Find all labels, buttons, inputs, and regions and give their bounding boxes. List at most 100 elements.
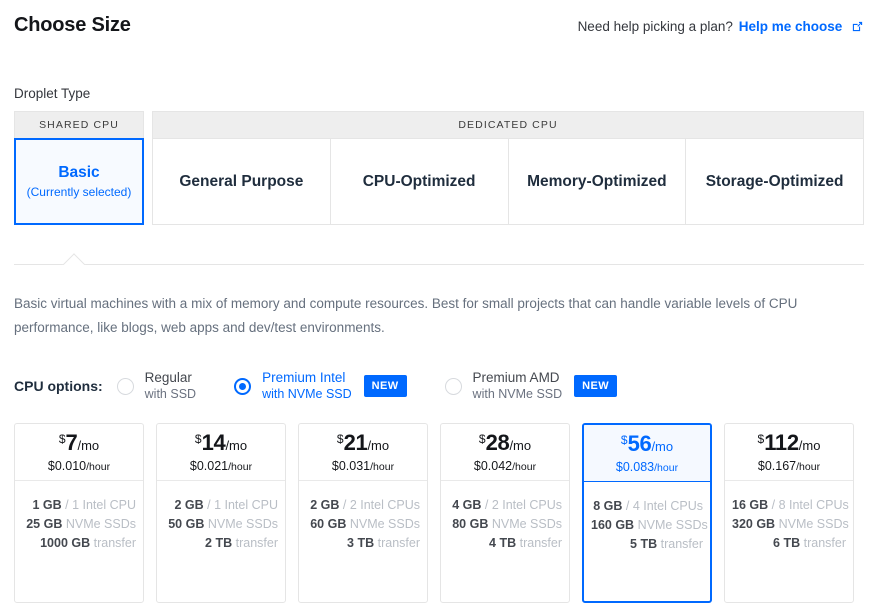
plan-spec-memory-cpu: 8 GB / 4 Intel CPUs [591, 497, 703, 516]
help-me-choose-link[interactable]: Help me choose [739, 19, 843, 34]
plan-specs: 8 GB / 4 Intel CPUs 160 GB NVMe SSDs 5 TB … [584, 482, 710, 554]
plan-hourly-unit: /hour [654, 461, 679, 474]
plan-transfer-unit: transfer [660, 537, 703, 551]
cpu-option-premium-intel-name: Premium Intel [262, 370, 346, 385]
plan-hourly-amount: $0.167 [757, 458, 797, 473]
plan-price-header: $28/mo $0.042/hour [441, 424, 569, 481]
external-link-icon [851, 20, 864, 36]
plan-spec-memory-cpu: 2 GB / 1 Intel CPU [164, 496, 278, 515]
cpu-options-label: CPU options: [14, 378, 103, 394]
cpu-option-premium-intel[interactable]: Premium Intel with NVMe SSD NEW [234, 370, 407, 402]
plan-transfer-unit: transfer [803, 536, 846, 550]
cpu-option-regular[interactable]: Regular with SSD [116, 370, 196, 402]
plan-hourly-price: $0.167/hour [758, 459, 820, 473]
plan-amount: 28 [485, 429, 510, 455]
plan-disk: 80 GB [452, 517, 489, 531]
plan-spec-disk: 50 GB NVMe SSDs [164, 515, 278, 534]
plan-price-header: $14/mo $0.021/hour [157, 424, 285, 481]
tab-basic[interactable]: Basic (Currently selected) [14, 138, 144, 225]
tab-cpu-optimized[interactable]: CPU-Optimized [330, 138, 509, 225]
plan-disk-unit: NVMe SSDs [207, 517, 278, 531]
plan-specs: 4 GB / 2 Intel CPUs 80 GB NVMe SSDs 4 TB t… [441, 481, 569, 553]
plan-monthly-price: $7/mo [58, 431, 99, 454]
plan-period: /mo [509, 437, 532, 453]
plan-disk-unit: NVMe SSDs [778, 517, 849, 531]
plan-cpu: / 2 Intel CPUs [484, 498, 562, 512]
plan-spec-memory-cpu: 4 GB / 2 Intel CPUs [448, 496, 562, 515]
plan-transfer-unit: transfer [377, 536, 420, 550]
plan-hourly-price: $0.031/hour [332, 459, 394, 473]
cpu-option-premium-amd[interactable]: Premium AMD with NVMe SSD NEW [444, 370, 618, 402]
plan-memory: 16 GB [732, 498, 769, 512]
plan-hourly-unit: /hour [86, 460, 111, 473]
plan-currency: $ [58, 431, 66, 446]
radio-regular-icon[interactable] [116, 377, 134, 395]
plan-spec-memory-cpu: 2 GB / 2 Intel CPUs [306, 496, 420, 515]
cpu-options-row: CPU options: Regular with SSD Premium In… [14, 370, 864, 402]
plan-hourly-amount: $0.010 [47, 458, 87, 473]
plan-specs: 16 GB / 8 Intel CPUs 320 GB NVMe SSDs 6 TB… [725, 481, 853, 553]
plan-spec-disk: 80 GB NVMe SSDs [448, 515, 562, 534]
plan-cpu: / 1 Intel CPU [65, 498, 136, 512]
plan-currency: $ [194, 431, 202, 446]
plan-specs: 2 GB / 1 Intel CPU 50 GB NVMe SSDs 2 TB tr… [157, 481, 285, 553]
plan-memory: 2 GB [174, 498, 204, 512]
page-title: Choose Size [14, 14, 131, 36]
plan-spec-disk: 25 GB NVMe SSDs [22, 515, 136, 534]
plan-currency: $ [620, 432, 628, 447]
plan-transfer: 5 TB [630, 537, 658, 551]
plan-spec-transfer: 5 TB transfer [591, 535, 703, 554]
plan-amount: 112 [764, 429, 799, 455]
tab-storage-optimized[interactable]: Storage-Optimized [686, 138, 864, 225]
droplet-type-description: Basic virtual machines with a mix of mem… [14, 296, 798, 335]
plan-specs: 2 GB / 2 Intel CPUs 60 GB NVMe SSDs 3 TB t… [299, 481, 427, 553]
tab-basic-label: Basic [58, 164, 100, 181]
tab-basic-sublabel: (Currently selected) [26, 185, 132, 199]
plan-transfer: 1000 GB [40, 536, 91, 550]
dedicated-cpu-group: DEDICATED CPU General Purpose CPU-Optimi… [152, 111, 864, 225]
plan-hourly-unit: /hour [370, 460, 395, 473]
plan-disk: 50 GB [168, 517, 205, 531]
help-prompt-text: Need help picking a plan? [577, 19, 733, 34]
plan-hourly-amount: $0.021 [189, 458, 229, 473]
plan-transfer: 6 TB [773, 536, 801, 550]
radio-premium-amd-icon[interactable] [444, 377, 462, 395]
plan-monthly-price: $56/mo [620, 432, 673, 455]
section-divider [14, 253, 864, 265]
plan-spec-transfer: 6 TB transfer [732, 534, 846, 553]
plan-cpu: / 4 Intel CPUs [625, 499, 703, 513]
plan-currency: $ [478, 431, 486, 446]
plan-monthly-price: $21/mo [337, 431, 390, 454]
tab-general-purpose[interactable]: General Purpose [152, 138, 331, 225]
plan-monthly-price: $14/mo [194, 429, 247, 455]
plan-card[interactable]: $7/mo $0.010/hour 1 GB / 1 Intel CPU 25 GB … [14, 423, 144, 603]
plan-card-list: $7/mo $0.010/hour 1 GB / 1 Intel CPU 25 GB … [14, 423, 864, 603]
plan-cpu: / 8 Intel CPUs [771, 498, 849, 512]
plan-card[interactable]: $14/mo $0.021/hour 2 GB / 1 Intel CPU 50 GB… [156, 423, 286, 603]
plan-spec-disk: 320 GB NVMe SSDs [732, 515, 849, 534]
plan-transfer: 3 TB [347, 536, 375, 550]
plan-amount: 14 [201, 429, 226, 455]
plan-hourly-price: $0.083/hour [616, 460, 678, 474]
page-header: Choose Size Need help picking a plan? He… [14, 0, 864, 37]
radio-premium-intel-icon[interactable] [234, 377, 252, 395]
plan-card[interactable]: $112/mo $0.167/hour 16 GB / 8 Intel CPUs 32… [724, 423, 854, 603]
plan-card[interactable]: $21/mo $0.031/hour 2 GB / 2 Intel CPUs 60 G… [298, 423, 428, 603]
plan-price-header: $112/mo $0.167/hour [725, 424, 853, 481]
plan-memory: 2 GB [310, 498, 340, 512]
plan-card[interactable]: $56/mo $0.083/hour 8 GB / 4 Intel CPUs 160 … [582, 423, 712, 603]
plan-hourly-amount: $0.031 [331, 458, 371, 473]
plan-spec-transfer: 2 TB transfer [164, 534, 278, 553]
plan-hourly-unit: /hour [228, 460, 253, 473]
choose-size-page: Choose Size Need help picking a plan? He… [0, 0, 878, 603]
plan-transfer: 2 TB [205, 536, 233, 550]
plan-disk-unit: NVMe SSDs [349, 517, 420, 531]
tab-memory-optimized[interactable]: Memory-Optimized [508, 138, 687, 225]
plan-monthly-price: $28/mo [478, 429, 532, 455]
plan-hourly-amount: $0.083 [615, 459, 655, 474]
plan-transfer-unit: transfer [235, 536, 278, 550]
plan-price-header: $56/mo $0.083/hour [584, 425, 710, 482]
plan-card[interactable]: $28/mo $0.042/hour 4 GB / 2 Intel CPUs 80 G… [440, 423, 570, 603]
plan-period: /mo [367, 437, 390, 453]
plan-transfer: 4 TB [489, 536, 517, 550]
